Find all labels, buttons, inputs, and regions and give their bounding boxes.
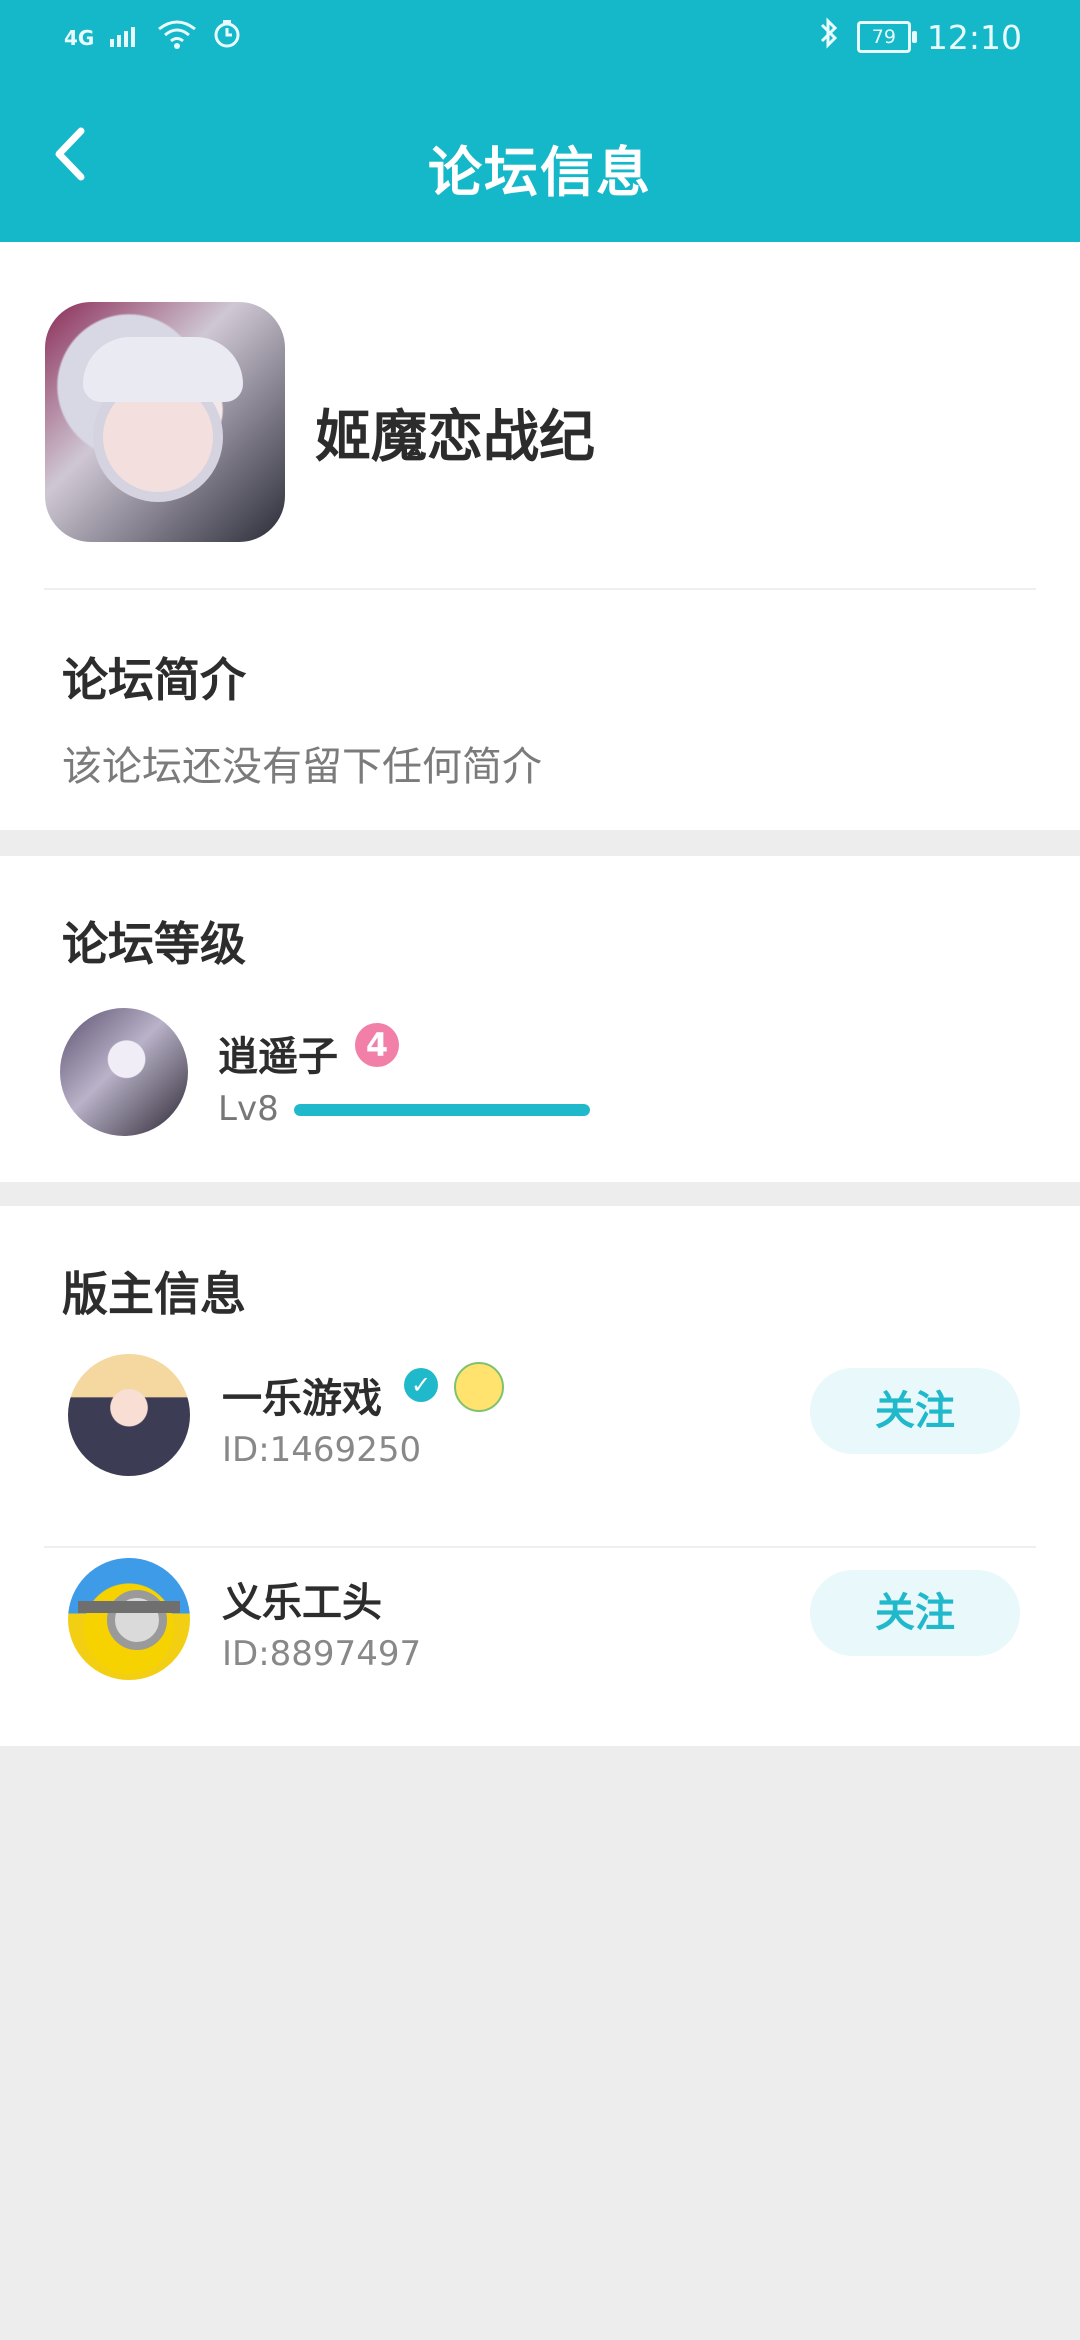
level-title: 论坛等级 [62, 917, 246, 971]
user-avatar[interactable] [60, 1008, 188, 1136]
divider [44, 588, 1036, 590]
moderators-title: 版主信息 [62, 1267, 246, 1321]
level-label: Lv8 [218, 1089, 279, 1129]
intro-text: 该论坛还没有留下任何简介 [62, 744, 542, 790]
bluetooth-icon [817, 16, 841, 58]
wifi-icon [156, 18, 198, 57]
divider [44, 1546, 1036, 1548]
level-progress-fill [294, 1104, 590, 1116]
clock: 12:10 [926, 17, 1022, 57]
follow-button[interactable]: 关注 [810, 1570, 1020, 1656]
status-left: 4G [64, 18, 242, 57]
verified-icon: ✓ [404, 1368, 438, 1402]
moderator-id: ID:1469250 [222, 1430, 422, 1470]
moderator-row: 一乐游戏 ✓ ID:1469250 关注 [0, 1318, 1080, 1508]
status-right: 79 12:10 [817, 16, 1022, 58]
moderator-name[interactable]: 义乐工头 [222, 1570, 382, 1628]
user-name[interactable]: 逍遥子 [218, 1024, 338, 1082]
game-name: 姬魔恋战纪 [315, 405, 595, 470]
network-type: 4G [64, 25, 95, 50]
title-bar: 论坛信息 [0, 76, 1080, 242]
moderators-card: 版主信息 一乐游戏 ✓ ID:1469250 关注 义乐工头 ID:889749… [0, 1206, 1080, 1746]
level-progress-bar [294, 1104, 590, 1116]
status-bar: 4G 79 12:10 [0, 0, 1080, 76]
forum-level-card: 论坛等级 逍遥子 4 Lv8 [0, 856, 1080, 1182]
moderator-avatar[interactable] [68, 1354, 190, 1476]
forum-info-card: 姬魔恋战纪 论坛简介 该论坛还没有留下任何简介 [0, 242, 1080, 830]
signal-icon [108, 18, 142, 57]
game-cover-image [45, 302, 285, 542]
timer-icon [212, 18, 242, 57]
avatar-emoji-icon [454, 1362, 504, 1412]
battery-indicator: 79 [856, 21, 917, 53]
moderator-avatar[interactable] [68, 1558, 190, 1680]
moderator-row: 义乐工头 ID:8897497 关注 [0, 1550, 1080, 1740]
top-header: 4G 79 12:10 论坛信息 [0, 0, 1080, 242]
page-title: 论坛信息 [428, 141, 652, 204]
follow-button[interactable]: 关注 [810, 1368, 1020, 1454]
user-badge: 4 [355, 1023, 399, 1067]
intro-title: 论坛简介 [62, 653, 246, 707]
moderator-name[interactable]: 一乐游戏 [222, 1366, 382, 1424]
moderator-id: ID:8897497 [222, 1634, 422, 1674]
